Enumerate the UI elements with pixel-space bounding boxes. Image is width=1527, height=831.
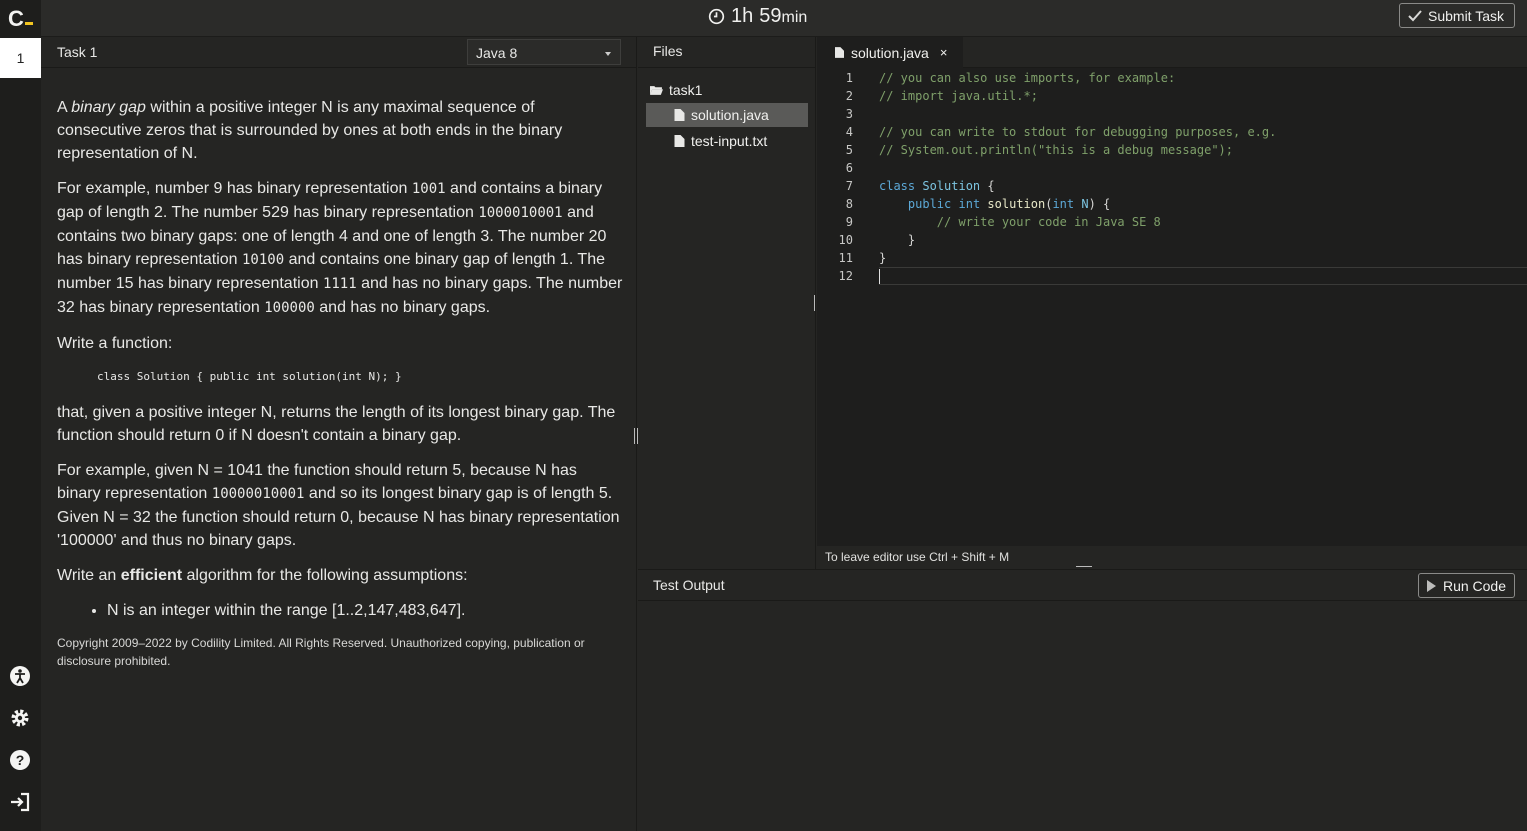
clock-icon	[708, 8, 725, 25]
top-bar: C 1h 59min Submit Task	[0, 0, 1527, 37]
task-paragraph-6: Write an efficient algorithm for the fol…	[57, 567, 468, 584]
files-header: Files	[638, 37, 815, 68]
file-icon	[674, 109, 685, 121]
timer-hours: 1h	[731, 5, 754, 27]
left-rail: 1 ?	[0, 37, 41, 831]
line-number: 4	[845, 125, 853, 139]
submit-task-button[interactable]: Submit Task	[1399, 3, 1515, 28]
gear-icon[interactable]	[8, 706, 32, 730]
folder-label: task1	[669, 82, 703, 98]
function-signature: class Solution { public int solution(int…	[97, 370, 402, 383]
task-paragraph-2: For example, number 9 has binary represe…	[57, 180, 623, 316]
line-number: 10	[838, 233, 853, 247]
code-line: }	[907, 233, 916, 247]
line-number: 3	[845, 107, 853, 121]
assumptions-list: N is an integer within the range [1..2,1…	[107, 599, 623, 622]
line-number: 12	[838, 269, 853, 283]
submit-task-label: Submit Task	[1428, 7, 1504, 24]
code-line: }	[879, 251, 887, 265]
output-title: Test Output	[653, 577, 725, 593]
folder-task1[interactable]: task1	[650, 78, 810, 102]
timer-minutes: 59	[759, 5, 782, 27]
code-line: public int solution(int N) {	[907, 197, 1111, 211]
file-label: test-input.txt	[691, 133, 768, 149]
code-line: // System.out.println("this is a debug m…	[879, 143, 1234, 157]
play-icon	[1426, 579, 1436, 592]
task-body: A binary gap within a positive integer N…	[57, 96, 623, 670]
folder-open-icon	[650, 85, 663, 95]
language-select[interactable]: Java 8	[467, 39, 621, 65]
sign-out-icon[interactable]	[8, 790, 32, 814]
close-icon[interactable]: ×	[940, 45, 948, 60]
output-header: Test Output Run Code	[638, 570, 1527, 601]
task-paragraph-5: For example, given N = 1041 the function…	[57, 462, 620, 549]
code-line: // import java.util.*;	[879, 89, 1038, 103]
task-header: Task 1 Java 8	[41, 37, 636, 68]
code-line: // write your code in Java SE 8	[936, 215, 1161, 229]
list-item: N is an integer within the range [1..2,1…	[107, 599, 623, 622]
file-icon	[835, 47, 844, 58]
line-number: 8	[845, 197, 853, 211]
copyright-notice: Copyright 2009–2022 by Codility Limited.…	[57, 636, 585, 668]
line-number: 2	[845, 89, 853, 103]
code-line: // you can also use imports, for example…	[879, 71, 1176, 85]
line-number: 6	[845, 161, 853, 175]
run-code-label: Run Code	[1442, 577, 1506, 594]
tab-solution-java[interactable]: solution.java ×	[817, 37, 963, 68]
line-number: 1	[845, 71, 853, 85]
chevron-down-icon	[605, 52, 611, 56]
line-number: 5	[845, 143, 853, 157]
run-code-button[interactable]: Run Code	[1417, 573, 1515, 598]
accessibility-icon[interactable]	[8, 664, 32, 688]
task-description-panel: Task 1 Java 8 A binary gap within a posi…	[41, 37, 637, 831]
editor-tab-bar: solution.java ×	[817, 37, 1527, 68]
task-tab-1[interactable]: 1	[0, 38, 41, 78]
timer-min-unit: min	[781, 9, 808, 26]
line-number: 9	[845, 215, 853, 229]
text-cursor	[879, 269, 880, 284]
task-paragraph-3: Write a function:	[57, 335, 173, 352]
language-select-value: Java 8	[476, 45, 518, 61]
code-line: class Solution {	[879, 179, 995, 193]
file-label: solution.java	[691, 107, 769, 123]
line-numbers: 1 2 3 4 5 6 7 8 9 10 11 12	[817, 69, 877, 285]
test-output-panel: Test Output Run Code	[638, 569, 1527, 831]
task-paragraph-1: A binary gap within a positive integer N…	[57, 99, 563, 162]
line-number: 7	[845, 179, 853, 193]
help-icon[interactable]: ?	[8, 748, 32, 772]
task-paragraph-4: that, given a positive integer N, return…	[57, 404, 616, 444]
line-number: 11	[838, 251, 853, 265]
codility-logo: C	[0, 0, 41, 37]
code-editor-panel: solution.java × 1 2 3 4 5 6 7 8 9 10 11 …	[817, 37, 1527, 569]
file-test-input-txt[interactable]: test-input.txt	[646, 129, 808, 153]
task-title: Task 1	[57, 44, 98, 60]
svg-text:?: ?	[16, 752, 25, 768]
files-panel: Files task1 solution.java test-input.txt	[638, 37, 816, 569]
check-icon	[1408, 9, 1422, 21]
countdown-timer: 1h 59min	[708, 5, 807, 28]
code-line: // you can write to stdout for debugging…	[879, 125, 1277, 139]
tab-label: solution.java	[851, 44, 929, 61]
file-solution-java[interactable]: solution.java	[646, 103, 808, 127]
file-icon	[674, 135, 685, 147]
code-area[interactable]: // you can also use imports, for example…	[879, 69, 1519, 285]
editor-hint: To leave editor use Ctrl + Shift + M	[817, 546, 1527, 569]
